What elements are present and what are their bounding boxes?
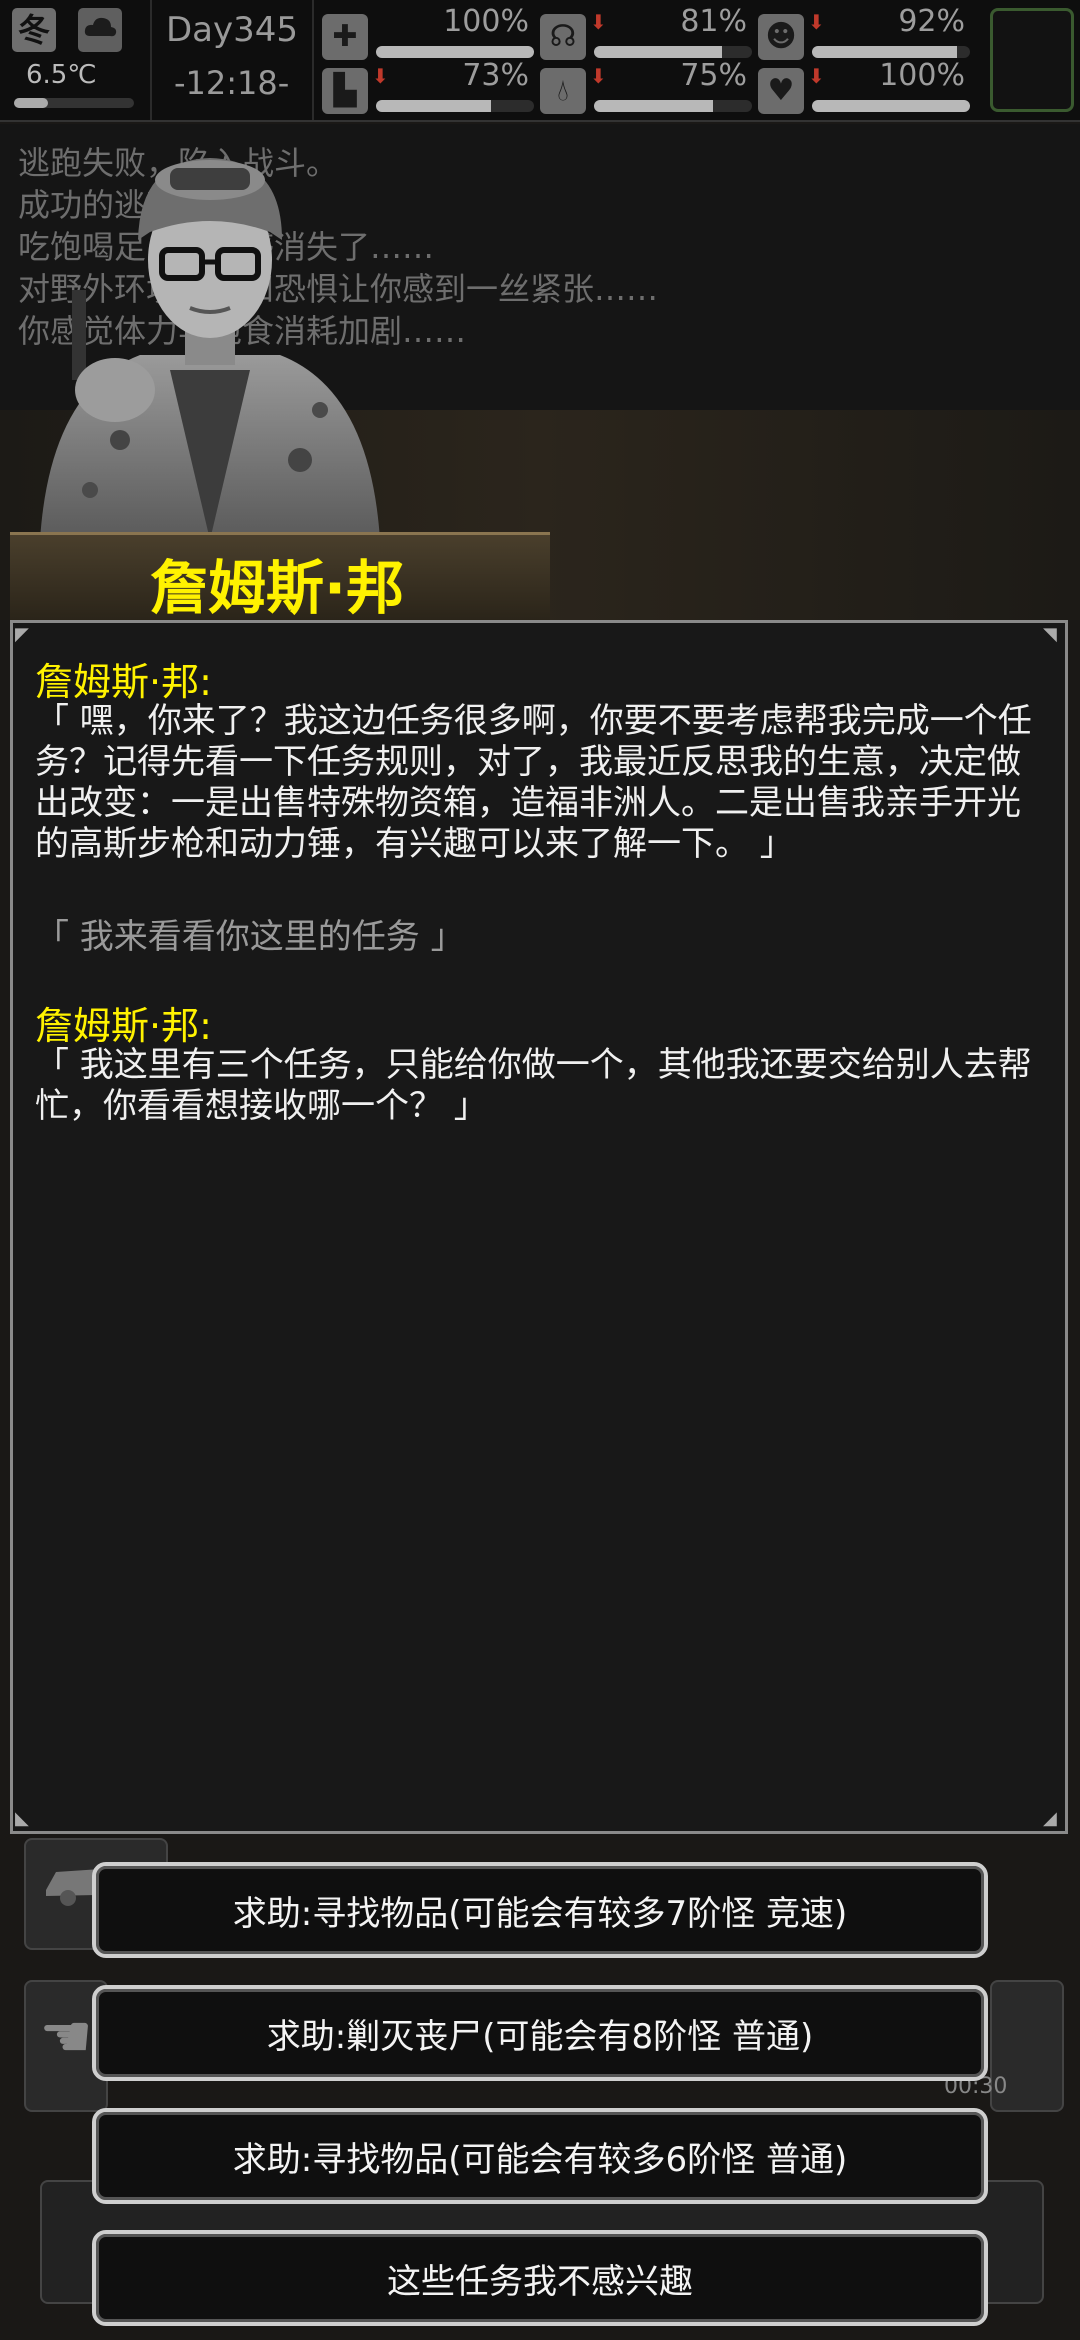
mood-stat[interactable]: ☻ ⬇ 92% <box>758 4 973 62</box>
water-drop-icon: 💧︎ <box>540 68 586 114</box>
dialog-speaker: 詹姆斯·邦: <box>35 660 212 704</box>
decrease-arrow-icon: ⬇ <box>808 64 825 88</box>
season-icon: 冬 <box>12 8 56 52</box>
dialog-text: 「 我这里有三个任务，只能给你做一个，其他我还要交给别人去帮忙，你看看想接收哪一… <box>35 1045 1032 1126</box>
temperature: 6.5℃ <box>26 60 97 90</box>
medkit-icon: ✚ <box>322 14 368 60</box>
day-counter: Day345 <box>166 10 299 50</box>
stamina-stat[interactable]: ▙ ⬇ 73% <box>322 58 537 116</box>
player-reply: 「 我来看看你这里的任务 」 <box>35 917 465 957</box>
npc-nameplate: 詹姆斯·邦 <box>10 532 550 622</box>
corner-ornament: ◢ <box>1043 1808 1057 1829</box>
stomach-icon: ☊ <box>540 14 586 60</box>
decrease-arrow-icon: ⬇ <box>590 10 607 34</box>
dialog-text: 「 嘿，你来了？我这边任务很多啊，你要不要考虑帮我完成一个任务？记得先看一下任务… <box>35 701 1032 864</box>
thirst-stat[interactable]: 💧︎ ⬇ 75% <box>540 58 755 116</box>
choice-quest-find-items-race[interactable]: 求助:寻找物品(可能会有较多7阶怪 竞速) <box>92 1862 988 1958</box>
boot-icon: ▙ <box>322 68 368 114</box>
decrease-arrow-icon: ⬇ <box>372 64 389 88</box>
health-stat[interactable]: ✚ 100% <box>322 4 537 62</box>
hunger-stat[interactable]: ☊ ⬇ 81% <box>540 4 755 62</box>
choice-quest-clear-zombies[interactable]: 求助:剿灭丧尸(可能会有8阶怪 普通) <box>92 1985 988 2081</box>
status-bar: 冬 6.5℃ Day345 -12:18- ✚ 100% ☊ ⬇ 81% ☻ ⬇… <box>0 0 1080 122</box>
dialog-speaker: 詹姆斯·邦: <box>35 1004 212 1048</box>
decrease-arrow-icon: ⬇ <box>590 64 607 88</box>
mood-icon: ☻ <box>758 14 804 60</box>
corner-ornament: ◣ <box>15 1808 29 1829</box>
game-clock: -12:18- <box>174 64 290 102</box>
decrease-arrow-icon: ⬇ <box>808 10 825 34</box>
dialog-panel[interactable]: ◤ ◥ ◣ ◢ 詹姆斯·邦: 「 嘿，你来了？我这边任务很多啊，你要不要考虑帮我… <box>10 620 1068 1834</box>
npc-name: 詹姆斯·邦 <box>150 554 405 622</box>
heart-stat[interactable]: ♥ ⬇ 100% <box>758 58 973 116</box>
equipment-slot[interactable] <box>990 8 1074 112</box>
temperature-bar <box>14 98 134 108</box>
choice-decline[interactable]: 这些任务我不感兴趣 <box>92 2230 988 2326</box>
cloud-icon <box>78 8 122 52</box>
npc-portrait <box>40 158 380 540</box>
corner-ornament: ◥ <box>1043 624 1057 645</box>
heart-icon: ♥ <box>758 68 804 114</box>
choice-quest-find-items-normal[interactable]: 求助:寻找物品(可能会有较多6阶怪 普通) <box>92 2108 988 2204</box>
corner-ornament: ◤ <box>15 624 29 645</box>
